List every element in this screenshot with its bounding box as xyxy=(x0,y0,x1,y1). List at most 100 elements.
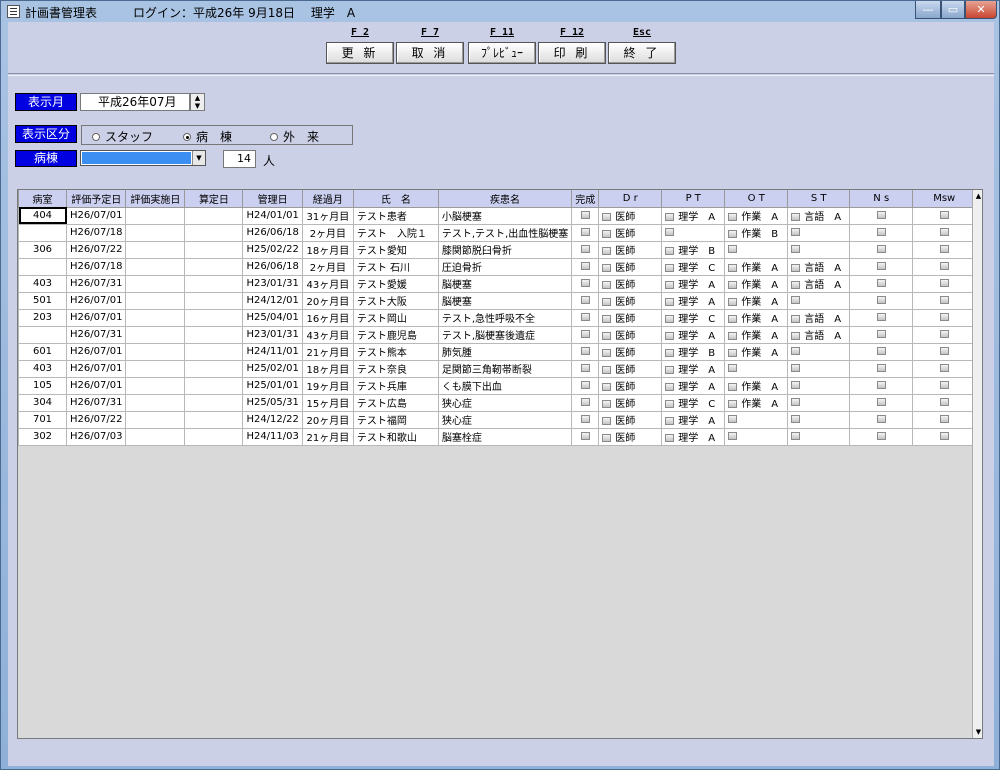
checkbox-icon[interactable] xyxy=(728,332,738,340)
checkbox-icon[interactable] xyxy=(602,230,612,238)
table-cell[interactable] xyxy=(912,342,977,361)
table-cell[interactable] xyxy=(184,427,244,446)
table-cell[interactable]: 膝関節脱臼骨折 xyxy=(437,240,573,259)
checkbox-icon[interactable] xyxy=(791,213,801,221)
table-cell[interactable] xyxy=(125,325,186,344)
table-cell[interactable]: 43ヶ月目 xyxy=(301,325,354,344)
table-cell[interactable] xyxy=(787,342,851,361)
table-cell[interactable] xyxy=(184,223,244,242)
table-cell[interactable]: 404 xyxy=(18,206,67,225)
checkbox-icon[interactable] xyxy=(602,315,612,323)
table-cell[interactable]: 理学 A xyxy=(661,376,726,395)
table-cell[interactable] xyxy=(571,291,600,310)
table-cell[interactable] xyxy=(912,240,977,259)
table-cell[interactable]: H25/04/01 xyxy=(242,308,303,327)
table-cell[interactable]: H23/01/31 xyxy=(242,325,303,344)
table-cell[interactable]: H26/07/01 xyxy=(65,308,127,327)
checkbox-icon[interactable] xyxy=(580,415,590,423)
table-cell[interactable]: テスト愛媛 xyxy=(352,274,439,293)
table-row[interactable]: 501 H26/07/01 H24/12/01 20ヶ月目 テスト大阪 脳梗塞 医師 理学 A… xyxy=(18,291,977,310)
table-cell[interactable] xyxy=(184,376,244,395)
table-cell[interactable] xyxy=(125,240,186,259)
column-header[interactable]: 氏 名 xyxy=(352,190,439,208)
checkbox-icon[interactable] xyxy=(580,364,590,372)
table-cell[interactable]: 15ヶ月目 xyxy=(301,393,354,412)
table-row[interactable]: 306 H26/07/22 H25/02/22 18ヶ月目 テスト愛知 膝関節脱臼骨折 医師… xyxy=(18,240,977,259)
table-cell[interactable] xyxy=(125,274,186,293)
table-cell[interactable] xyxy=(912,308,977,327)
table-cell[interactable] xyxy=(125,206,186,225)
checkbox-icon[interactable] xyxy=(602,213,612,221)
checkbox-icon[interactable] xyxy=(876,245,886,253)
table-cell[interactable]: H26/07/01 xyxy=(65,291,127,310)
checkbox-icon[interactable] xyxy=(665,434,675,442)
checkbox-icon[interactable] xyxy=(665,332,675,340)
table-cell[interactable]: H26/06/18 xyxy=(242,257,303,276)
checkbox-icon[interactable] xyxy=(602,247,612,255)
table-cell[interactable]: H26/07/18 xyxy=(65,223,127,242)
table-cell[interactable]: 言語 A xyxy=(787,308,851,327)
table-cell[interactable]: 医師 xyxy=(598,291,663,310)
checkbox-icon[interactable] xyxy=(876,364,886,372)
table-cell[interactable]: 43ヶ月目 xyxy=(301,274,354,293)
checkbox-icon[interactable] xyxy=(791,228,801,236)
table-cell[interactable]: 脳塞栓症 xyxy=(437,427,573,446)
checkbox-icon[interactable] xyxy=(876,398,886,406)
table-cell[interactable]: 601 xyxy=(18,342,67,361)
table-cell[interactable]: H23/01/31 xyxy=(242,274,303,293)
table-cell[interactable] xyxy=(912,359,977,378)
table-cell[interactable]: 作業 A xyxy=(724,274,789,293)
table-cell[interactable]: テスト奈良 xyxy=(352,359,439,378)
table-cell[interactable]: 作業 B xyxy=(724,223,789,242)
print-button[interactable]: 印 刷 xyxy=(538,42,606,64)
table-cell[interactable] xyxy=(184,308,244,327)
table-cell[interactable] xyxy=(787,359,851,378)
minimize-button[interactable]: — xyxy=(915,1,941,19)
table-cell[interactable]: H26/07/22 xyxy=(65,240,127,259)
table-cell[interactable]: 2ヶ月目 xyxy=(301,223,354,242)
table-cell[interactable] xyxy=(571,393,600,412)
checkbox-icon[interactable] xyxy=(791,415,801,423)
table-cell[interactable]: 言語 A xyxy=(787,325,851,344)
table-cell[interactable]: 403 xyxy=(18,359,67,378)
table-cell[interactable] xyxy=(184,274,244,293)
table-cell[interactable]: H26/06/18 xyxy=(242,223,303,242)
column-header[interactable]: 疾患名 xyxy=(437,190,573,208)
table-cell[interactable]: 作業 A xyxy=(724,206,789,225)
checkbox-icon[interactable] xyxy=(728,230,738,238)
table-cell[interactable]: 理学 A xyxy=(661,274,726,293)
checkbox-icon[interactable] xyxy=(791,432,801,440)
column-header[interactable]: 評価実施日 xyxy=(125,190,186,208)
table-cell[interactable]: 医師 xyxy=(598,410,663,429)
table-cell[interactable]: 小脳梗塞 xyxy=(437,206,573,225)
table-cell[interactable]: 作業 A xyxy=(724,376,789,395)
radio-ward[interactable]: 病 棟 xyxy=(183,128,232,145)
checkbox-icon[interactable] xyxy=(728,281,738,289)
table-cell[interactable]: 脳梗塞 xyxy=(437,274,573,293)
checkbox-icon[interactable] xyxy=(791,315,801,323)
table-row[interactable]: 302 H26/07/03 H24/11/03 21ヶ月目 テスト和歌山 脳塞栓症 医師 理学… xyxy=(18,427,977,446)
table-cell[interactable]: 理学 A xyxy=(661,291,726,310)
checkbox-icon[interactable] xyxy=(580,381,590,389)
table-cell[interactable]: 18ヶ月目 xyxy=(301,240,354,259)
column-header[interactable]: 病室 xyxy=(18,190,67,208)
table-cell[interactable]: 16ヶ月目 xyxy=(301,308,354,327)
spin-up-icon[interactable]: ▲ xyxy=(191,94,204,102)
table-cell[interactable] xyxy=(849,393,914,412)
checkbox-icon[interactable] xyxy=(791,264,801,272)
checkbox-icon[interactable] xyxy=(580,296,590,304)
table-cell[interactable]: 作業 A xyxy=(724,291,789,310)
checkbox-icon[interactable] xyxy=(580,245,590,253)
checkbox-icon[interactable] xyxy=(728,245,738,253)
table-cell[interactable]: 501 xyxy=(18,291,67,310)
table-cell[interactable]: 脳梗塞 xyxy=(437,291,573,310)
table-cell[interactable] xyxy=(787,410,851,429)
table-cell[interactable]: H24/01/01 xyxy=(242,206,303,225)
table-cell[interactable]: 医師 xyxy=(598,274,663,293)
checkbox-icon[interactable] xyxy=(602,281,612,289)
checkbox-icon[interactable] xyxy=(876,432,886,440)
column-header[interactable]: 経過月 xyxy=(301,190,354,208)
table-row[interactable]: H26/07/18 H26/06/18 2ヶ月目 テスト 石川 圧迫骨折 医師 理学 C 作業… xyxy=(18,257,977,276)
checkbox-icon[interactable] xyxy=(791,332,801,340)
checkbox-icon[interactable] xyxy=(939,262,949,270)
